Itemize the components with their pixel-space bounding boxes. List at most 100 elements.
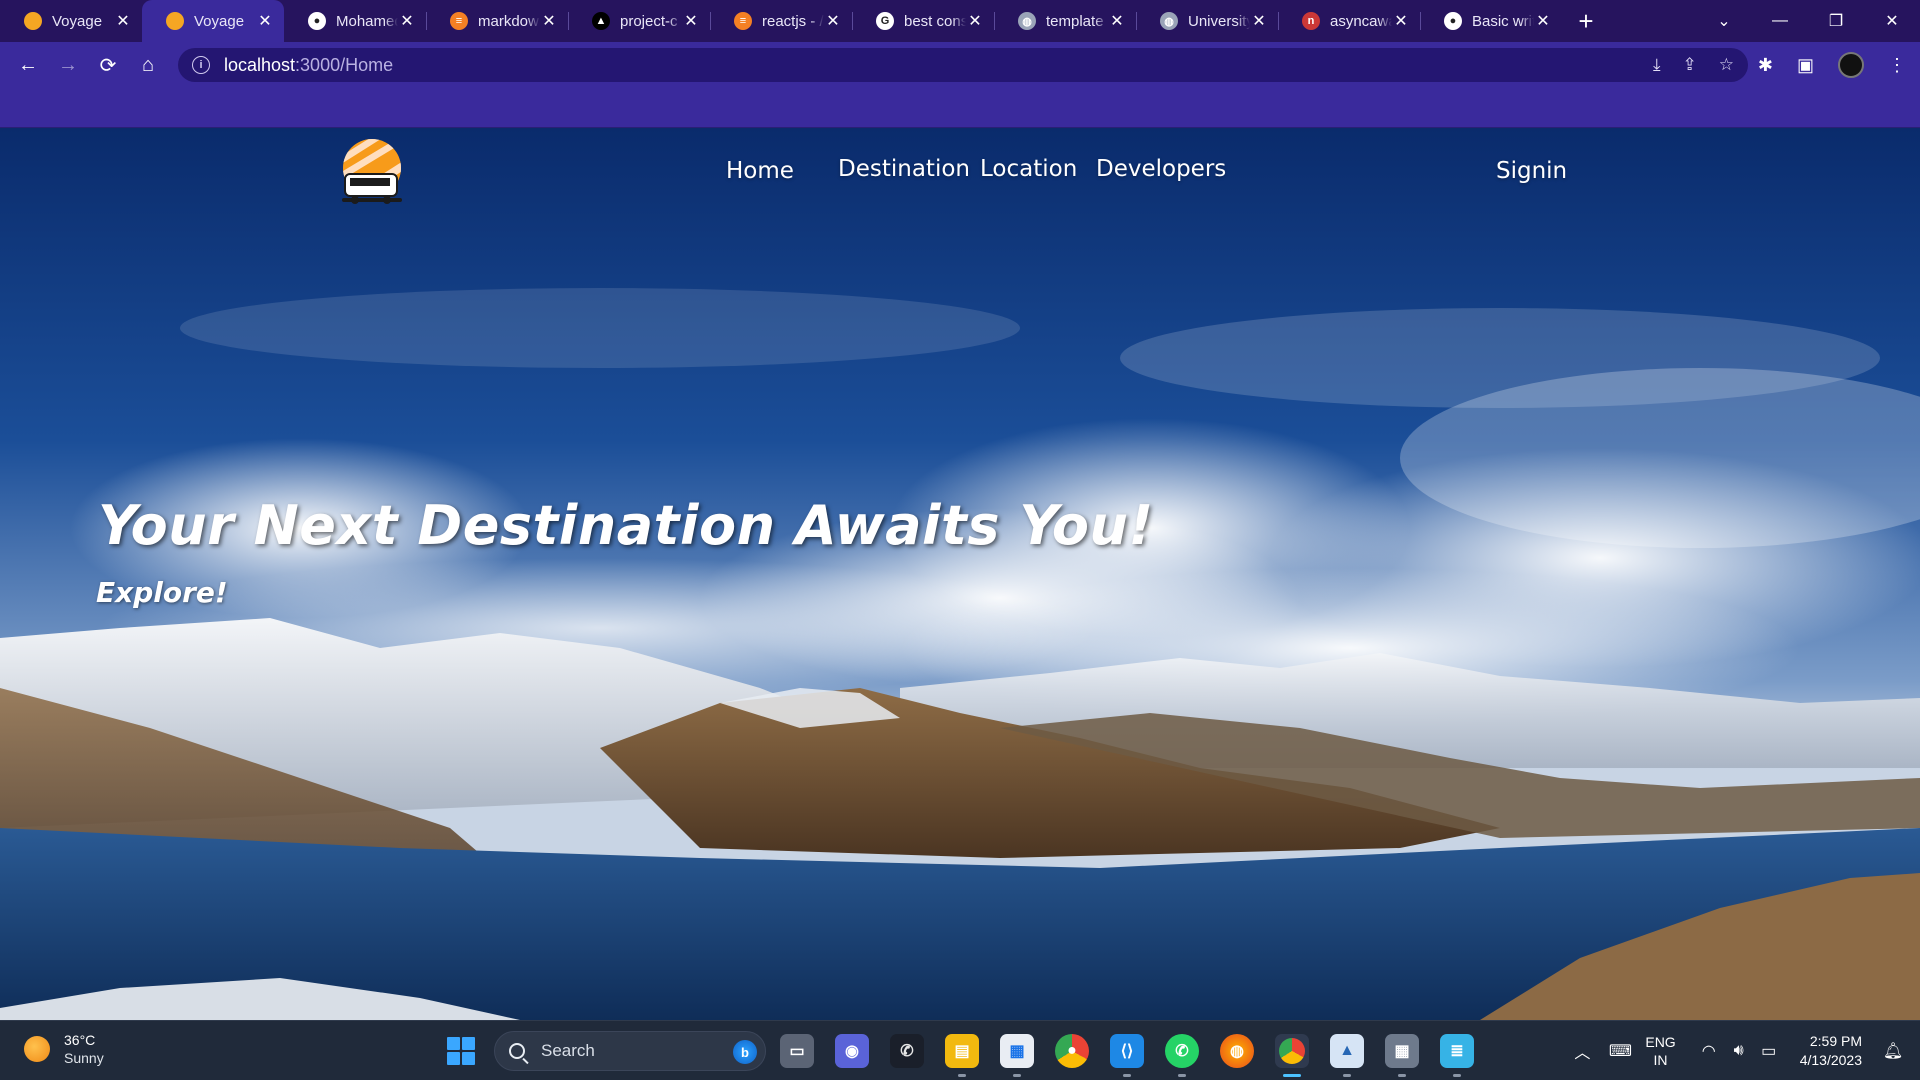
restore-button[interactable]: ❐ <box>1808 11 1864 31</box>
signin-link[interactable]: Signin <box>1496 158 1567 184</box>
address-host: localhost <box>224 54 296 75</box>
whatsapp-desktop-icon[interactable]: ✆ <box>1165 1034 1199 1077</box>
system-clock[interactable]: 2:59 PM 4/13/2023 <box>1800 1032 1862 1070</box>
nav-link-location[interactable]: Location <box>980 156 1077 182</box>
chrome-icon[interactable]: ● <box>1055 1034 1089 1068</box>
tab-close-icon[interactable]: ✕ <box>398 11 416 31</box>
teams-chat-icon[interactable]: ◉ <box>835 1034 869 1068</box>
address-path: :3000/Home <box>295 54 394 75</box>
show-hidden-icons-chevron-icon[interactable]: ︿ <box>1567 1039 1597 1063</box>
battery-icon[interactable]: ▭ <box>1754 1041 1784 1061</box>
browser-tab[interactable]: ● Basic writ ✕ <box>1420 0 1562 42</box>
browser-tab[interactable]: Voyage ✕ <box>0 0 142 42</box>
hero-title: Your Next Destination Awaits You! <box>98 494 1154 557</box>
browser-tab[interactable]: ≡ markdown✕ <box>426 0 568 42</box>
clock-time: 2:59 PM <box>1809 1033 1862 1049</box>
new-tab-button[interactable]: + <box>1566 0 1606 42</box>
volume-icon[interactable]: 🔊︎ <box>1724 1042 1754 1060</box>
tab-title: Voyage <box>52 12 103 30</box>
address-bar[interactable]: i localhost:3000/Home ⤓ ⇪ ☆ <box>178 48 1748 82</box>
weather-condition: Sunny <box>64 1050 104 1066</box>
tab-title: asyncawa <box>1330 12 1392 30</box>
browser-menu-icon[interactable]: ⋮ <box>1888 55 1906 76</box>
tab-close-icon[interactable]: ✕ <box>114 11 132 31</box>
browser-tab[interactable]: Voyage ✕ <box>142 0 284 42</box>
notepad-icon[interactable]: ≣ <box>1440 1034 1474 1077</box>
nav-link-home[interactable]: Home <box>726 158 794 184</box>
tab-close-icon[interactable]: ✕ <box>682 11 700 31</box>
tab-title: University <box>1188 12 1250 30</box>
firefox-icon[interactable]: ◍ <box>1220 1034 1254 1068</box>
notification-bell-icon[interactable]: 🔔︎ <box>1880 1041 1906 1061</box>
windows-start-icon[interactable] <box>447 1037 475 1065</box>
globe-icon: ◍ <box>1018 12 1036 30</box>
browser-tab[interactable]: ▲ project-c ✕ <box>568 0 710 42</box>
tab-close-icon[interactable]: ✕ <box>1250 11 1268 31</box>
voyage-logo-icon <box>166 12 184 30</box>
weather-widget[interactable]: 36°C Sunny <box>24 1031 104 1067</box>
system-tray: ︿ ⌨ ENG IN ◠ 🔊︎ ▭ 2:59 PM 4/13/2023 🔔︎ <box>1567 1021 1920 1080</box>
explore-link[interactable]: Explore! <box>96 576 228 609</box>
tab-close-icon[interactable]: ✕ <box>824 11 842 31</box>
calculator-icon[interactable]: ▦ <box>1385 1034 1419 1077</box>
share-icon[interactable]: ⇪ <box>1683 55 1697 75</box>
keyboard-icon[interactable]: ⌨ <box>1605 1041 1635 1061</box>
browser-tab[interactable]: Gbest cons ✕ <box>852 0 994 42</box>
bing-icon[interactable]: b <box>733 1040 757 1064</box>
tab-title: markdown <box>478 12 540 30</box>
browser-tab[interactable]: ● Mohamed ✕ <box>284 0 426 42</box>
site-info-icon[interactable]: i <box>192 56 210 74</box>
browser-tab[interactable]: ◍ template ✕ <box>994 0 1136 42</box>
chrome-active-icon[interactable] <box>1275 1034 1309 1077</box>
nav-link-destination[interactable]: Destination <box>838 156 970 182</box>
microsoft-store-icon[interactable]: ▦ <box>1000 1034 1034 1077</box>
home-button[interactable]: ⌂ <box>128 45 168 85</box>
file-explorer-icon[interactable]: ▤ <box>945 1034 979 1077</box>
close-window-button[interactable]: ✕ <box>1864 11 1920 31</box>
site-navbar: Home Destination Location Developers Sig… <box>0 156 1920 196</box>
taskbar-search[interactable]: Search b <box>494 1031 766 1071</box>
photos-icon[interactable]: ▲ <box>1330 1034 1364 1077</box>
windows-taskbar: 36°C Sunny Search b ▭ ◉ ✆ ▤ ▦ ● ⟨⟩ ✆ ◍ ▲… <box>0 1020 1920 1080</box>
tab-close-icon[interactable]: ✕ <box>1534 11 1552 31</box>
toolbar-right-actions: ✱ ▣ ⋮ <box>1758 42 1906 88</box>
nav-link-developers[interactable]: Developers <box>1096 156 1226 182</box>
tab-search-chevron-icon[interactable]: ⌄ <box>1696 11 1752 31</box>
side-panel-icon[interactable]: ▣ <box>1797 55 1814 76</box>
minimize-button[interactable]: — <box>1752 12 1808 30</box>
tab-title: Voyage <box>194 12 245 30</box>
tab-close-icon[interactable]: ✕ <box>1108 11 1126 31</box>
browser-tab[interactable]: ≡ reactjs - / ✕ <box>710 0 852 42</box>
clock-date: 4/13/2023 <box>1799 1052 1862 1068</box>
profile-avatar[interactable] <box>1838 52 1864 78</box>
tab-close-icon[interactable]: ✕ <box>540 11 558 31</box>
install-app-icon[interactable]: ⤓ <box>1653 55 1661 75</box>
github-icon: ● <box>308 12 326 30</box>
github-icon: ● <box>1444 12 1462 30</box>
globe-icon: ◍ <box>1160 12 1178 30</box>
tab-close-icon[interactable]: ✕ <box>966 11 984 31</box>
browser-tab[interactable]: n asyncawa ✕ <box>1278 0 1420 42</box>
language-indicator[interactable]: ENG IN <box>1645 1033 1675 1069</box>
tab-title: template <box>1046 12 1104 30</box>
voyage-logo-icon <box>24 12 42 30</box>
bookmark-star-icon[interactable]: ☆ <box>1719 55 1734 75</box>
vercel-icon: ▲ <box>592 12 610 30</box>
language-code: ENG <box>1645 1034 1676 1050</box>
window-controls: ⌄ — ❐ ✕ <box>1696 0 1920 42</box>
stackoverflow-icon: ≡ <box>450 12 468 30</box>
wifi-icon[interactable]: ◠ <box>1694 1041 1724 1061</box>
vscode-icon[interactable]: ⟨⟩ <box>1110 1034 1144 1077</box>
language-region: IN <box>1653 1052 1668 1068</box>
browser-tab[interactable]: ◍ University ✕ <box>1136 0 1278 42</box>
reload-button[interactable]: ⟳ <box>88 45 128 85</box>
extensions-puzzle-icon[interactable]: ✱ <box>1758 55 1773 76</box>
whatsapp-icon[interactable]: ✆ <box>890 1034 924 1068</box>
bookmarks-bar <box>0 88 1920 128</box>
tab-close-icon[interactable]: ✕ <box>256 11 274 31</box>
task-view-icon[interactable]: ▭ <box>780 1034 814 1068</box>
tab-title: best cons <box>904 12 966 30</box>
forward-button[interactable]: → <box>48 45 88 85</box>
back-button[interactable]: ← <box>8 45 48 85</box>
tab-close-icon[interactable]: ✕ <box>1392 11 1410 31</box>
